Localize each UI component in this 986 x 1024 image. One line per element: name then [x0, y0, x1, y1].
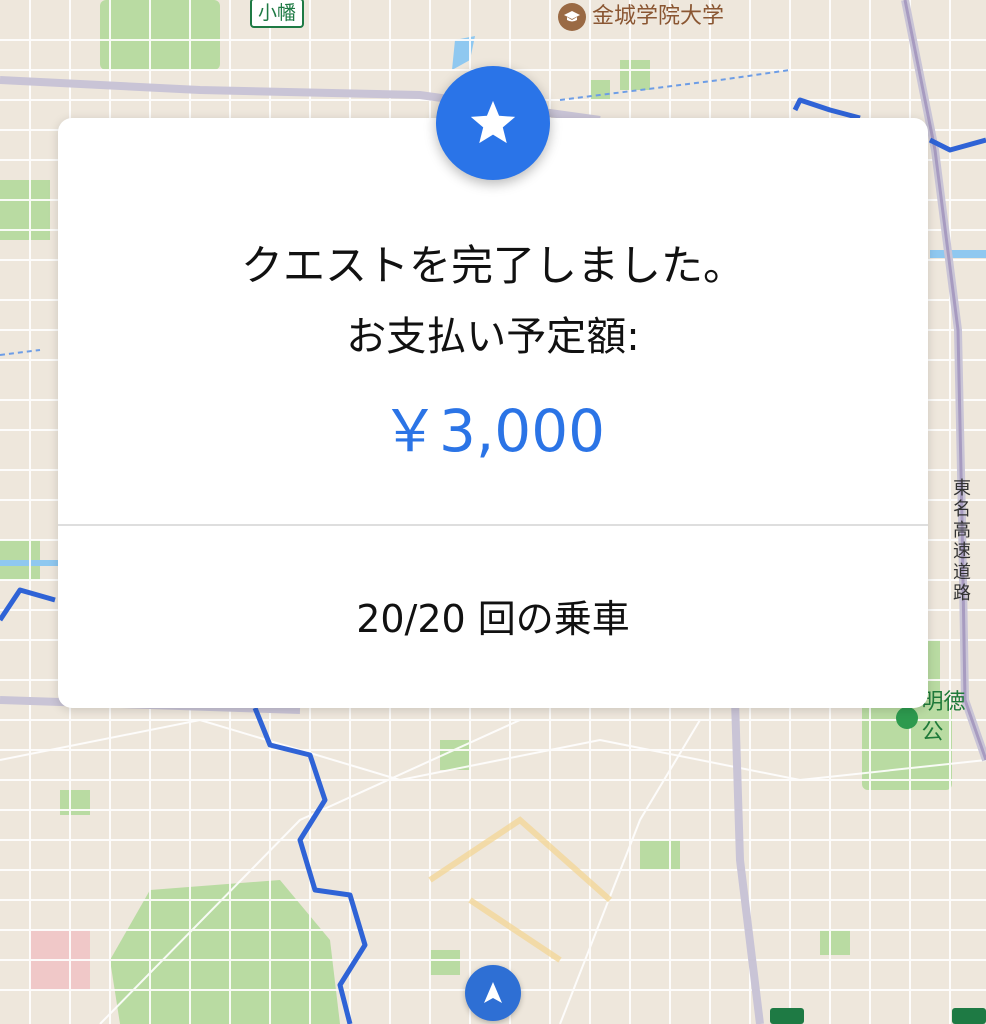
rides-count: 20/20 回の乗車	[356, 597, 630, 641]
star-icon	[470, 100, 516, 144]
star-badge	[436, 66, 550, 180]
graduation-cap-icon	[558, 3, 586, 31]
kinjo-university-label: 金城学院大学	[592, 4, 725, 29]
road-sign-bottom-2	[952, 1008, 986, 1024]
park-icon	[896, 707, 918, 729]
payment-amount: ￥3,000	[380, 397, 606, 465]
road-sign-bottom-1	[770, 1008, 804, 1024]
quest-complete-dialog[interactable]: クエストを完了しました。 お支払い予定額: ￥3,000 20/20 回の乗車	[58, 118, 928, 708]
tomei-expressway-label: 東名高速道路	[953, 478, 971, 604]
payment-scheduled-label: お支払い予定額:	[346, 314, 640, 360]
quest-complete-title: クエストを完了しました。	[240, 241, 745, 290]
meitoku-park-label: 明徳公	[921, 690, 966, 745]
kobata-label: 小幡	[258, 2, 297, 24]
navigation-arrow-icon[interactable]	[465, 965, 521, 1021]
divider	[58, 524, 928, 526]
kobata-road-sign: 小幡	[250, 0, 305, 28]
kinjo-university-poi[interactable]: 金城学院大学	[558, 2, 724, 32]
